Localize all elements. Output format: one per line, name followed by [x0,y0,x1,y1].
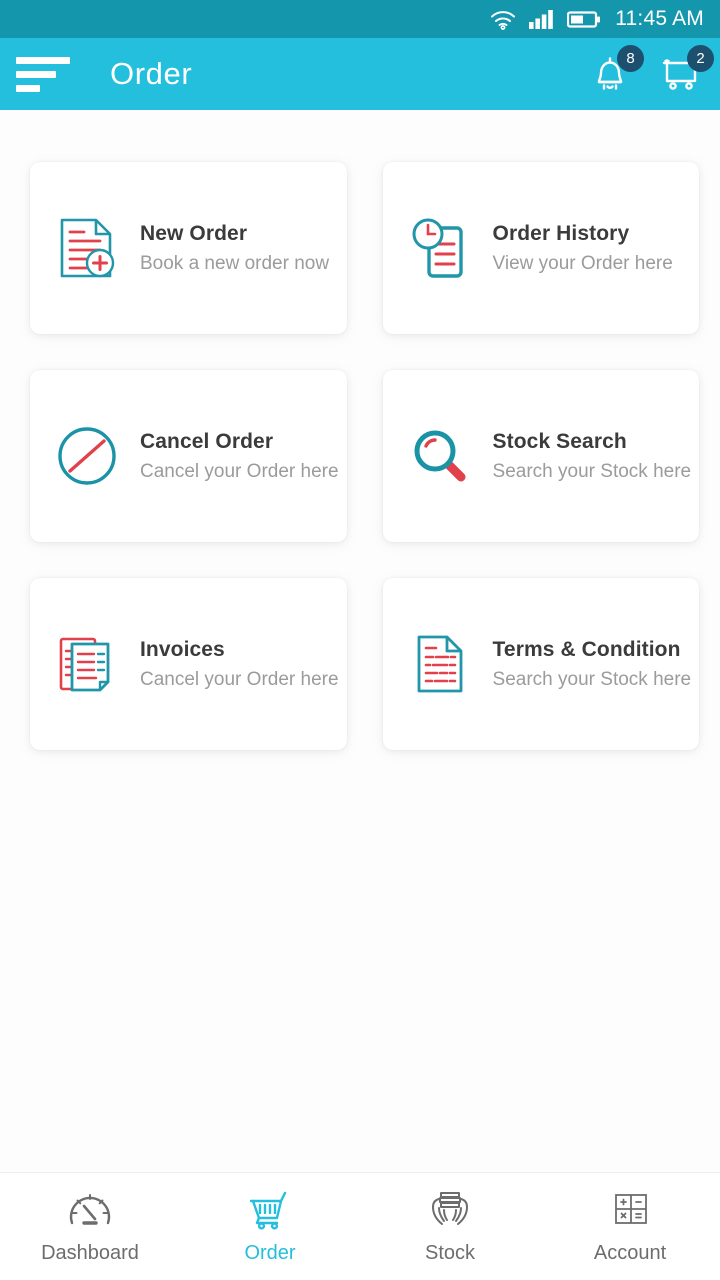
app-bar: Order 8 2 [0,38,720,110]
card-terms-condition[interactable]: Terms & Condition Search your Stock here [382,578,700,750]
card-new-order[interactable]: New Order Book a new order now [30,162,347,334]
card-text: Cancel Order Cancel your Order here [140,430,339,483]
card-order-history[interactable]: Order History View your Order here [382,162,700,334]
card-text: Invoices Cancel your Order here [140,638,339,691]
app-bar-actions: 8 2 [588,45,714,96]
nav-label: Dashboard [41,1242,139,1264]
card-cancel-order[interactable]: Cancel Order Cancel your Order here [30,370,347,542]
cart-button[interactable]: 2 [658,45,714,96]
nav-item-dashboard[interactable]: Dashboard [0,1188,180,1265]
card-subtitle: Book a new order now [140,252,330,274]
notification-bell-button[interactable]: 8 [588,45,644,96]
bottom-navigation: Dashboard Order Stock Account [0,1172,720,1280]
status-bar: 11:45 AM [0,0,720,38]
card-stock-search[interactable]: Stock Search Search your Stock here [382,370,700,542]
stock-search-magnifier-icon [405,421,475,491]
card-subtitle: Cancel your Order here [140,460,339,482]
app-root: 11:45 AM Order 8 2 New Order Book a new … [0,0,720,1280]
battery-icon [567,10,601,29]
card-subtitle: View your Order here [492,252,673,274]
card-text: New Order Book a new order now [140,222,329,275]
card-title: Terms & Condition [492,637,681,661]
notification-badge: 8 [617,45,644,72]
card-title: New Order [140,221,248,245]
card-subtitle: Cancel your Order here [140,668,339,690]
card-subtitle: Search your Stock here [492,460,692,482]
new-order-document-icon [52,213,122,283]
shopping-cart-icon [246,1188,294,1232]
cart-badge: 2 [687,45,714,72]
nav-label: Stock [424,1242,476,1264]
page-title: Order [110,56,193,91]
card-text: Stock Search Search your Stock here [493,430,692,483]
terms-document-icon [405,629,475,699]
wifi-icon [489,8,517,30]
cancel-order-prohibit-icon [52,421,122,491]
card-title: Invoices [140,637,225,661]
card-subtitle: Search your Stock here [492,668,692,690]
hands-holding-books-icon [427,1188,473,1232]
card-title: Cancel Order [140,429,274,453]
signal-icon [529,9,555,29]
menu-card-grid: New Order Book a new order now Order His… [0,110,720,750]
order-history-clock-icon [405,213,475,283]
card-text: Terms & Condition Search your Stock here [493,638,692,691]
nav-label: Order [244,1242,296,1264]
invoices-documents-icon [52,629,122,699]
hamburger-menu-icon[interactable] [16,56,72,92]
nav-label: Account [593,1242,667,1264]
nav-item-account[interactable]: Account [540,1188,720,1265]
speedometer-icon [67,1188,113,1232]
card-text: Order History View your Order here [493,222,673,275]
card-title: Stock Search [492,429,627,453]
calculator-icon [608,1188,652,1232]
card-invoices[interactable]: Invoices Cancel your Order here [30,578,347,750]
nav-item-stock[interactable]: Stock [360,1188,540,1265]
nav-item-order[interactable]: Order [180,1188,360,1265]
status-bar-time: 11:45 AM [615,7,704,30]
card-title: Order History [492,221,630,245]
